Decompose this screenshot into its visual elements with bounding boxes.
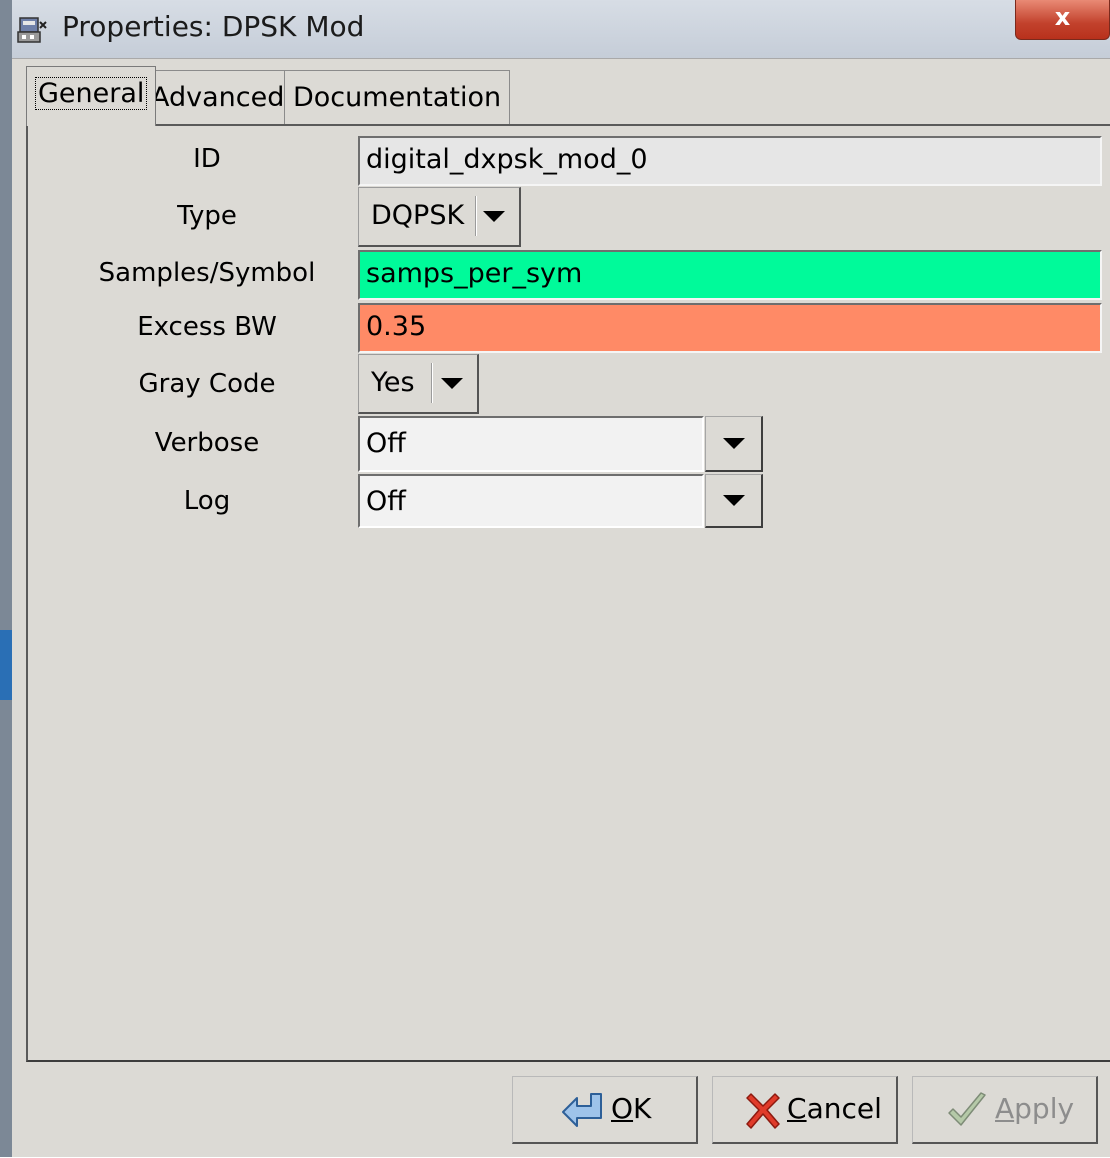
gray-code-combo[interactable]: Yes [358,354,479,414]
app-icon [17,17,47,43]
tab-general-label: General [35,77,148,110]
checkmark-icon [948,1092,986,1126]
excess-bw-label: Excess BW [137,312,277,342]
samples-per-symbol-input[interactable]: samps_per_sym [358,250,1102,300]
background-window-accent [0,630,12,700]
gray-code-value: Yes [371,367,415,398]
id-label: ID [193,144,221,174]
type-value: DQPSK [371,200,465,231]
tab-documentation[interactable]: Documentation [284,70,511,124]
tab-general[interactable]: General [26,66,157,126]
id-input[interactable]: digital_dxpsk_mod_0 [358,136,1102,186]
back-arrow-icon [562,1093,602,1127]
close-icon: x [1054,3,1071,31]
verbose-dropdown-button[interactable] [705,416,763,472]
verbose-select[interactable]: Off [358,416,704,472]
background-window-edge [0,0,12,1157]
combo-separator [431,363,433,403]
log-label: Log [183,486,231,516]
cancel-button[interactable]: Cancel [712,1076,898,1144]
samples-per-symbol-label: Samples/Symbol [98,258,316,288]
log-dropdown-button[interactable] [705,474,763,528]
combo-separator [475,196,477,236]
apply-label: Apply [995,1092,1075,1125]
ok-label: OK [611,1092,652,1125]
properties-dialog: Properties: DPSK Mod x General Advanced … [12,0,1110,1157]
tab-documentation-label: Documentation [293,82,502,113]
type-label: Type [177,201,237,231]
apply-button[interactable]: Apply [912,1076,1098,1144]
dropdown-arrow-icon [441,378,463,389]
close-button[interactable]: x [1015,0,1110,40]
title-bar[interactable]: Properties: DPSK Mod x [12,0,1110,58]
tab-advanced[interactable]: Advanced [142,70,294,124]
ok-button[interactable]: OK [512,1076,698,1144]
log-select[interactable]: Off [358,474,704,528]
red-x-icon [746,1093,780,1129]
general-tab-panel: ID digital_dxpsk_mod_0 Type DQPSK Sample… [26,124,1110,1062]
gray-code-label: Gray Code [138,369,276,399]
tab-advanced-label: Advanced [151,82,285,113]
cancel-label: Cancel [787,1092,882,1125]
dropdown-arrow-icon [483,211,505,222]
dropdown-arrow-icon [723,495,745,506]
window-title: Properties: DPSK Mod [62,10,365,43]
verbose-label: Verbose [154,428,260,458]
excess-bw-input[interactable]: 0.35 [358,303,1102,353]
type-combo[interactable]: DQPSK [358,187,521,247]
dropdown-arrow-icon [723,438,745,449]
